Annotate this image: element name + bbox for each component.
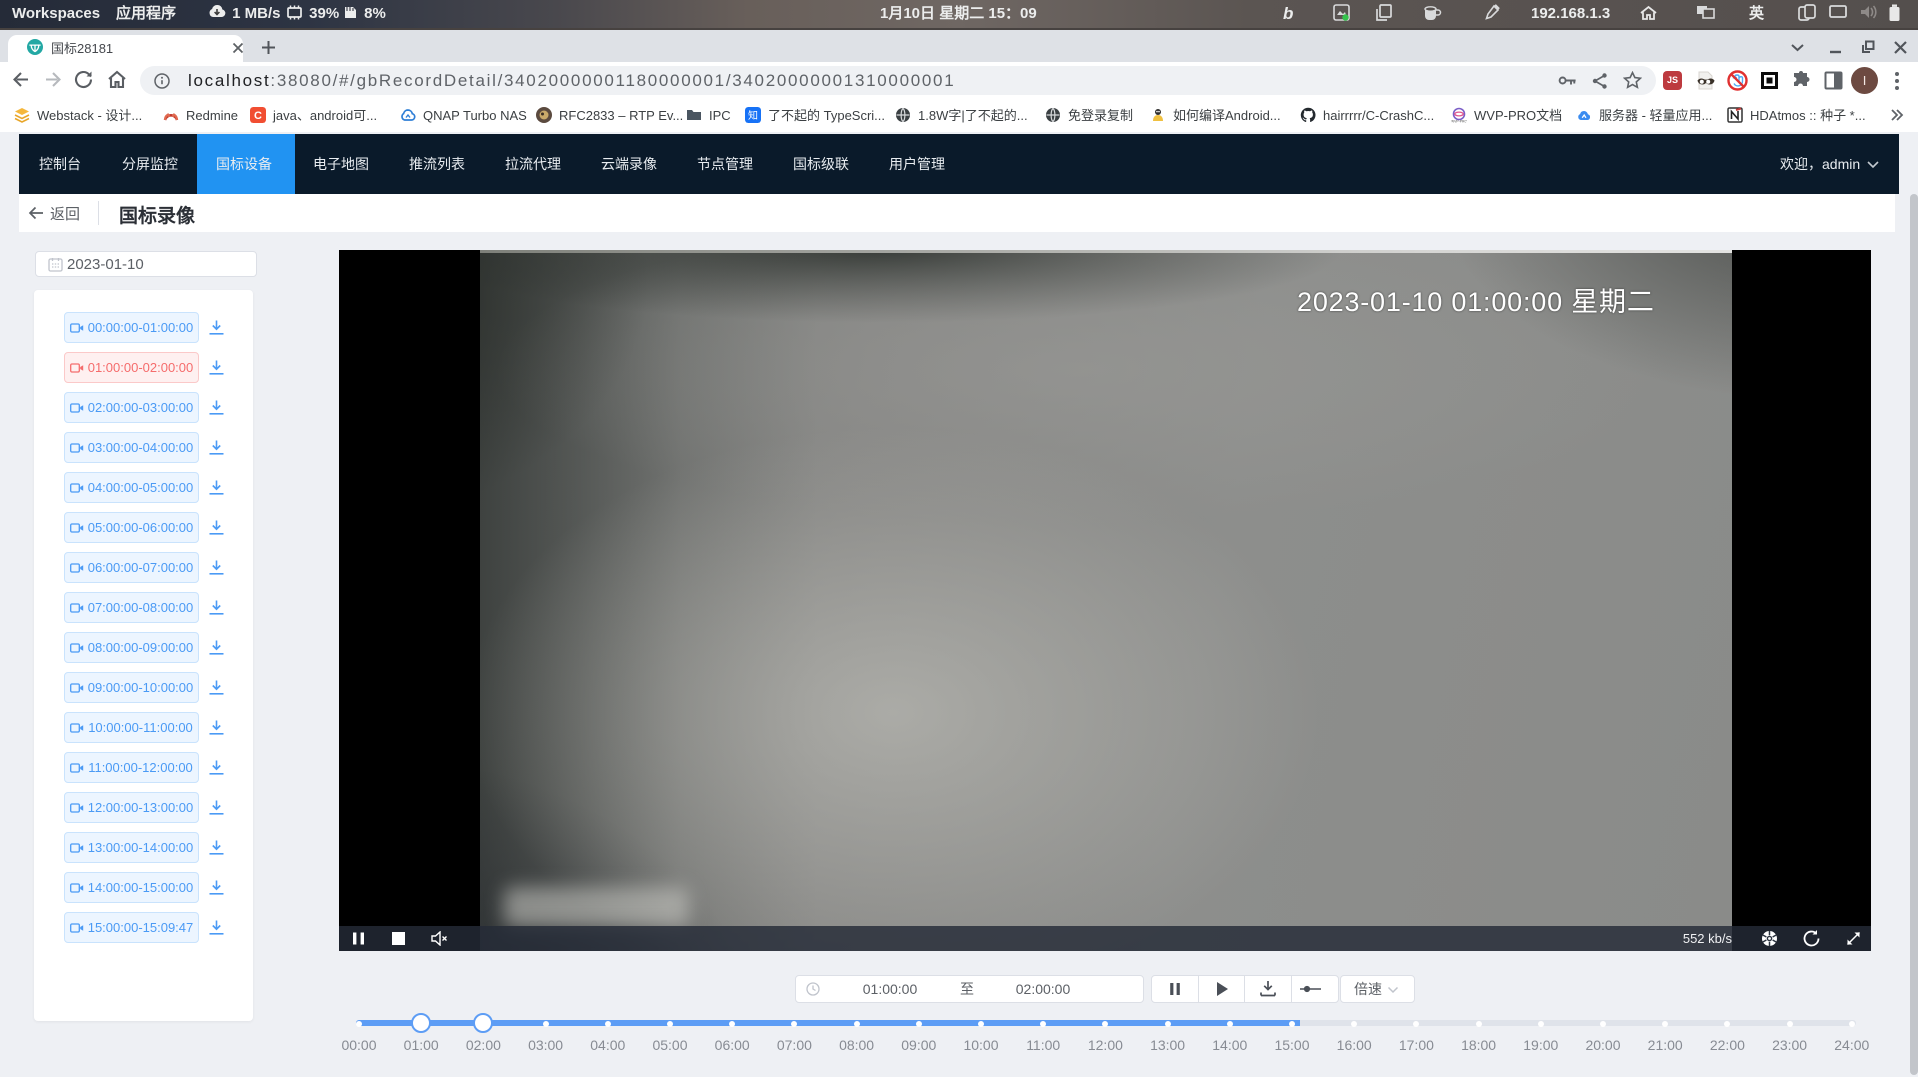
svg-text:WVP-PRO: WVP-PRO xyxy=(1451,120,1467,124)
svg-text:知: 知 xyxy=(748,109,758,122)
svg-text:C: C xyxy=(254,110,262,122)
